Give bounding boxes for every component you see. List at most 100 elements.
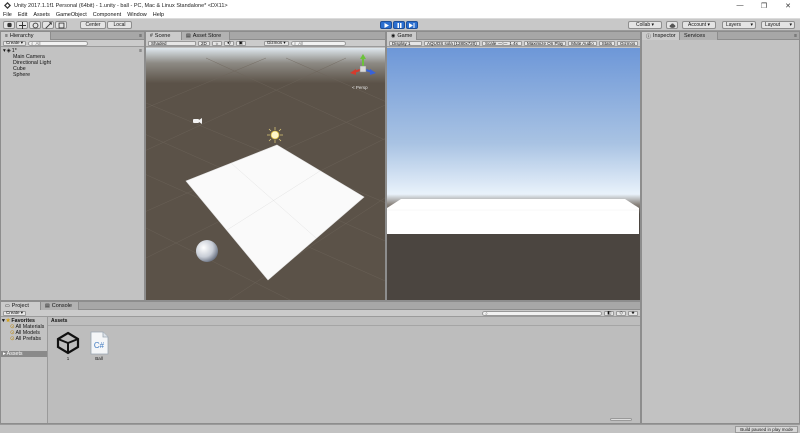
- hierarchy-item-sphere[interactable]: Sphere: [13, 72, 30, 78]
- asset-item-script[interactable]: C# Ball: [86, 331, 112, 361]
- project-subbar: Create ▾ ⌕ ◧ ◇ ★: [1, 310, 640, 317]
- unity-scene-icon: ◈: [6, 48, 11, 54]
- project-create-button[interactable]: Create ▾: [3, 310, 27, 316]
- project-tabstrip: ▭ Project ▤ Console: [1, 302, 640, 310]
- panel-menu-icon[interactable]: ≡: [794, 32, 797, 40]
- persp-label[interactable]: < Persp: [352, 85, 368, 90]
- menu-window[interactable]: Window: [127, 12, 147, 18]
- aspect-dropdown[interactable]: AQUOS sola (1280x720): [424, 40, 480, 46]
- effects-dropdown[interactable]: ▣: [235, 40, 246, 46]
- inspector-panel: ⓘ Inspector Services ≡: [641, 31, 800, 424]
- hierarchy-search-input[interactable]: ⌕ All: [28, 40, 89, 46]
- favorite-item-prefabs[interactable]: ⊙ All Prefabs: [10, 336, 41, 342]
- cloud-button[interactable]: [666, 21, 678, 29]
- tab-console[interactable]: ▤ Console: [41, 302, 79, 310]
- search-icon: ⌕: [485, 310, 488, 316]
- play-icon: [384, 22, 389, 28]
- game-plane: [387, 199, 639, 234]
- collab-dropdown[interactable]: Collab ▾: [628, 21, 662, 29]
- tab-project[interactable]: ▭ Project: [1, 302, 41, 310]
- menu-edit[interactable]: Edit: [18, 12, 27, 18]
- game-gizmos-toggle[interactable]: Gizmos: [617, 40, 639, 46]
- tab-scene[interactable]: # Scene: [146, 32, 182, 40]
- game-panel: ◉ Game Display 1 AQUOS sola (1280x720) S…: [386, 31, 641, 301]
- asset-store-icon: ▤: [186, 33, 191, 39]
- rect-tool-button[interactable]: [55, 21, 67, 29]
- tab-services[interactable]: Services: [680, 32, 718, 40]
- scale-icon: [44, 21, 52, 29]
- tab-hierarchy[interactable]: ≡ Hierarchy: [1, 32, 51, 40]
- unity-scene-icon: [56, 331, 80, 355]
- game-viewport[interactable]: [387, 48, 640, 300]
- scale-slider[interactable]: Scale ─○─ 1.4x: [482, 40, 522, 46]
- account-label: Account ▾: [688, 22, 710, 28]
- menu-component[interactable]: Component: [93, 12, 121, 18]
- account-dropdown[interactable]: Account ▾: [682, 21, 716, 29]
- directional-light-gizmo[interactable]: [267, 127, 283, 143]
- menu-gameobject[interactable]: GameObject: [56, 12, 87, 18]
- project-search-input[interactable]: ⌕: [482, 310, 603, 316]
- tab-game[interactable]: ◉ Game: [387, 32, 417, 40]
- cloud-icon: [669, 22, 675, 28]
- icon-size-slider[interactable]: [610, 418, 632, 421]
- scene-search-input[interactable]: ⌕ All: [290, 40, 346, 46]
- step-button[interactable]: [406, 21, 418, 29]
- space-toggle-button[interactable]: Local: [107, 21, 132, 29]
- layout-dropdown[interactable]: Layout ▾: [761, 21, 795, 29]
- game-tab-icon: ◉: [391, 33, 396, 39]
- play-button[interactable]: [380, 21, 392, 29]
- asset-item-scene[interactable]: 1: [55, 331, 81, 361]
- layers-chevron-down-icon: ▾: [750, 22, 753, 28]
- collab-label: Collab ▾: [635, 22, 655, 28]
- menu-file[interactable]: File: [3, 12, 12, 18]
- move-tool-button[interactable]: [16, 21, 28, 29]
- star-icon: ★: [630, 310, 635, 315]
- game-sky-background: [387, 48, 640, 300]
- scale-tool-button[interactable]: [42, 21, 54, 29]
- menu-bar: File Edit Assets GameObject Component Wi…: [0, 11, 800, 19]
- layout-chevron-down-icon: ▾: [789, 22, 792, 28]
- menu-assets[interactable]: Assets: [33, 12, 50, 18]
- tab-inspector[interactable]: ⓘ Inspector: [642, 32, 680, 40]
- minimize-button[interactable]: —: [728, 0, 752, 11]
- scene-search-placeholder: All: [298, 40, 304, 46]
- hand-tool-button[interactable]: [3, 21, 15, 29]
- status-message[interactable]: Build paused in play mode: [735, 426, 798, 433]
- menu-help[interactable]: Help: [153, 12, 164, 18]
- layers-dropdown[interactable]: Layers ▾: [722, 21, 756, 29]
- sphere-object[interactable]: [196, 240, 218, 262]
- audio-toggle-button[interactable]: ◂): [223, 40, 234, 46]
- unity-editor-window: Unity 2017.1.1f1 Personal (64bit) - 1.un…: [0, 0, 800, 433]
- hierarchy-search-placeholder: All: [35, 40, 41, 46]
- gizmos-dropdown[interactable]: Gizmos ▾: [263, 40, 289, 46]
- folder-icon: ▸: [3, 351, 6, 357]
- hand-icon: [6, 22, 12, 28]
- pause-button[interactable]: [393, 21, 405, 29]
- tab-asset-store[interactable]: ▤ Asset Store: [182, 32, 230, 40]
- maximize-button[interactable]: ❐: [752, 0, 776, 11]
- scale-value: 1.4x: [509, 40, 518, 46]
- hierarchy-panel: ≡ Hierarchy ≡ Create ▾ ⌕ All ▾ ◈ 1* ≡ Ma…: [0, 31, 145, 301]
- filter-label-button[interactable]: ◇: [616, 310, 626, 316]
- maximize-on-play-toggle[interactable]: Maximize On Play: [524, 40, 567, 46]
- scene-viewport[interactable]: < Persp: [146, 48, 385, 300]
- breadcrumb[interactable]: Assets: [51, 318, 67, 324]
- hierarchy-create-button[interactable]: Create ▾: [3, 40, 27, 46]
- close-button[interactable]: ✕: [776, 0, 800, 11]
- pivot-toggle-button[interactable]: Center: [80, 21, 106, 29]
- display-dropdown[interactable]: Display 1: [389, 40, 422, 46]
- mute-audio-toggle[interactable]: Mute Audio: [568, 40, 597, 46]
- scene-options-icon[interactable]: ≡: [139, 47, 142, 55]
- favorite-button[interactable]: ★: [627, 310, 638, 316]
- breadcrumb-divider: [48, 325, 640, 326]
- panel-menu-icon[interactable]: ≡: [139, 32, 142, 40]
- 2d-toggle-button[interactable]: 2D: [198, 40, 210, 46]
- rotate-tool-button[interactable]: [29, 21, 41, 29]
- assets-folder-row[interactable]: ▸ Assets: [1, 351, 47, 357]
- layers-label: Layers: [726, 22, 742, 28]
- stats-toggle[interactable]: Stats: [598, 40, 616, 46]
- search-folder-icon: ⊙: [10, 336, 15, 342]
- shading-mode-dropdown[interactable]: Shaded: [148, 40, 196, 46]
- lighting-toggle-button[interactable]: ☼: [211, 40, 222, 46]
- filter-type-button[interactable]: ◧: [604, 310, 615, 316]
